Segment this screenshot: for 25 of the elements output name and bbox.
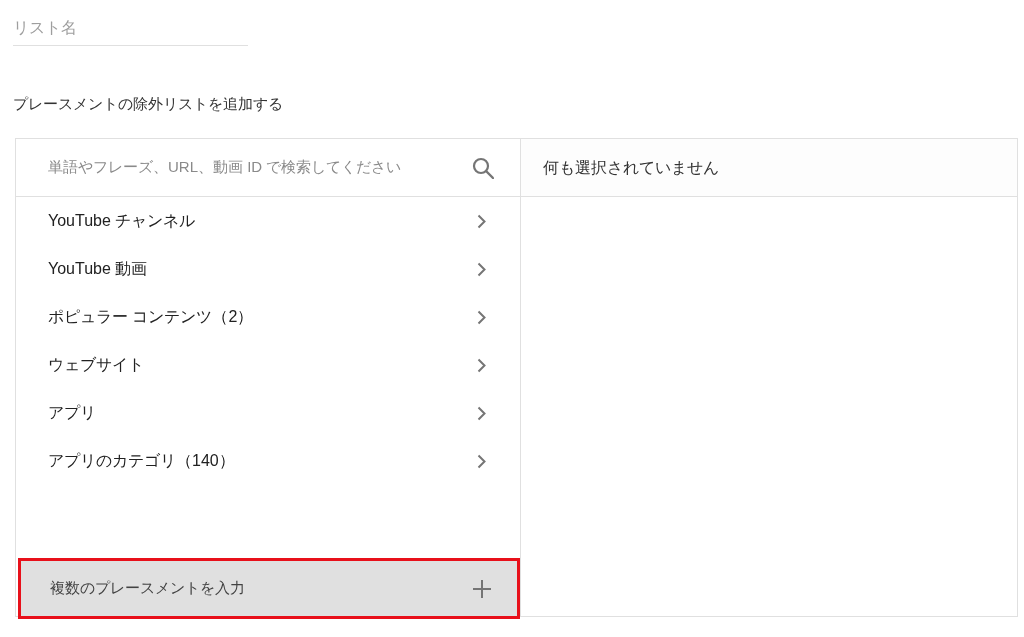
category-label: YouTube 動画 bbox=[48, 259, 148, 279]
chevron-right-icon bbox=[477, 309, 486, 325]
category-label: YouTube チャンネル bbox=[48, 211, 196, 231]
category-label: ポピュラー コンテンツ（2） bbox=[48, 307, 254, 327]
plus-icon bbox=[473, 579, 491, 598]
category-item[interactable]: YouTube チャンネル bbox=[16, 197, 520, 245]
category-label: ウェブサイト bbox=[48, 355, 144, 375]
search-icon bbox=[472, 156, 494, 179]
chevron-right-icon bbox=[477, 405, 486, 421]
section-heading: プレースメントの除外リストを追加する bbox=[13, 94, 284, 114]
chevron-right-icon bbox=[477, 213, 486, 229]
list-name-field[interactable]: リスト名 bbox=[13, 10, 248, 46]
add-multiple-placements-button[interactable]: 複数のプレースメントを入力 bbox=[18, 558, 520, 619]
category-item[interactable]: ウェブサイト bbox=[16, 341, 520, 389]
category-item[interactable]: アプリ bbox=[16, 389, 520, 437]
chevron-right-icon bbox=[477, 261, 486, 277]
chevron-right-icon bbox=[477, 453, 486, 469]
category-item[interactable]: アプリのカテゴリ（140） bbox=[16, 437, 520, 485]
category-label: アプリ bbox=[48, 403, 96, 423]
empty-selection-text: 何も選択されていません bbox=[543, 157, 719, 178]
category-item[interactable]: YouTube 動画 bbox=[16, 245, 520, 293]
category-item[interactable]: ポピュラー コンテンツ（2） bbox=[16, 293, 520, 341]
chevron-right-icon bbox=[477, 357, 486, 373]
category-label: アプリのカテゴリ（140） bbox=[48, 451, 235, 471]
search-field[interactable]: 単語やフレーズ、URL、動画 ID で検索してください bbox=[48, 156, 464, 179]
